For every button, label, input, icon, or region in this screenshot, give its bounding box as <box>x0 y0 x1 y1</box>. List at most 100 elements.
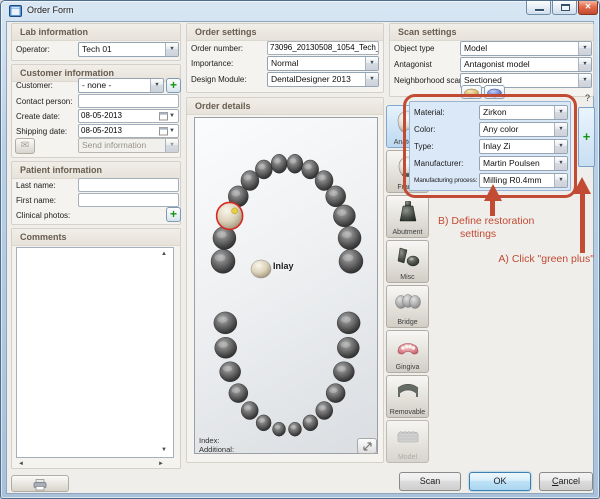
calendar-icon: ▼ <box>157 111 177 121</box>
teeth-chart-svg[interactable] <box>195 118 379 455</box>
scroll-down-icon[interactable]: ▼ <box>161 447 167 453</box>
scan-settings-header: Scan settings <box>398 27 457 37</box>
maximize-button[interactable] <box>552 1 577 15</box>
order-settings-group: Order settings Order number: 73096_20130… <box>186 23 384 93</box>
design-module-label: Design Module: <box>191 75 247 84</box>
dropdown-arrow-icon: ▼ <box>554 123 567 136</box>
contact-person-input[interactable] <box>78 94 179 108</box>
lab-information-group: Lab information Operator: Tech 01▼ <box>11 23 181 61</box>
green-plus-icon: + <box>583 129 591 144</box>
close-button[interactable]: ✕ <box>578 1 598 15</box>
bridge-icon <box>394 289 422 315</box>
send-information-combo: Send information▼ <box>78 138 179 153</box>
antagonist-label: Antagonist <box>394 60 432 69</box>
chart-view-button[interactable] <box>357 438 377 454</box>
tab-bridge[interactable]: Bridge <box>386 285 429 328</box>
order-details-group: Order details Inlay Index: Additional: <box>186 97 384 463</box>
first-name-label: First name: <box>16 196 56 205</box>
operator-combo[interactable]: Tech 01▼ <box>78 42 179 57</box>
add-restoration-button[interactable]: + <box>578 107 595 167</box>
manufacturer-label: Manufacturer: <box>414 159 463 168</box>
tab-model: Model <box>386 420 429 463</box>
dropdown-arrow-icon: ▼ <box>578 58 591 71</box>
diagonal-arrows-icon <box>361 440 374 458</box>
order-details-header: Order details <box>195 101 251 111</box>
shipping-date-field[interactable]: 08-05-2013 ▼ <box>78 124 179 138</box>
tab-gingiva[interactable]: Gingiva <box>386 330 429 373</box>
type-label: Type: <box>414 142 434 151</box>
order-settings-header: Order settings <box>195 27 257 37</box>
shipping-date-label: Shipping date: <box>16 127 67 136</box>
scroll-left-icon[interactable]: ◄ <box>18 461 24 467</box>
minimize-icon <box>535 9 544 11</box>
last-name-input[interactable] <box>78 178 179 192</box>
minimize-button[interactable] <box>526 1 551 15</box>
object-type-label: Object type <box>394 44 434 53</box>
add-clinical-photo-button[interactable]: + <box>166 207 181 222</box>
scroll-up-icon[interactable]: ▲ <box>161 251 167 257</box>
lower-jaw-icon <box>485 87 504 99</box>
calendar-icon: ▼ <box>157 126 177 136</box>
restoration-settings-panel: Material: Zirkon▼ Color: Any color▼ Type… <box>409 101 571 191</box>
create-date-field[interactable]: 08-05-2013 ▼ <box>78 109 179 123</box>
titlebar[interactable]: Order Form ✕ <box>1 1 599 21</box>
selected-inlay-tooth <box>217 202 243 229</box>
customer-combo[interactable]: - none -▼ <box>78 78 164 93</box>
dropdown-arrow-icon: ▼ <box>578 74 591 87</box>
upper-jaw-button[interactable] <box>461 85 482 99</box>
tab-removable[interactable]: Removable <box>386 375 429 418</box>
plus-icon: + <box>170 78 177 92</box>
manufacturer-combo[interactable]: Martin Poulsen▼ <box>479 156 568 171</box>
dropdown-arrow-icon: ▼ <box>554 106 567 119</box>
scan-settings-group: Scan settings Object type Model▼ Antagon… <box>389 23 594 97</box>
order-number-input[interactable]: 73096_20130508_1054_Tech_01 <box>267 41 379 55</box>
customer-label: Customer: <box>16 81 53 90</box>
dropdown-arrow-icon: ▼ <box>554 174 567 187</box>
lower-jaw-button[interactable] <box>484 85 505 99</box>
misc-icon <box>395 244 421 270</box>
tab-abutment[interactable]: Abutment <box>386 195 429 238</box>
last-name-label: Last name: <box>16 181 56 190</box>
ok-button[interactable]: OK <box>469 472 531 491</box>
comments-header: Comments <box>20 232 67 242</box>
dropdown-arrow-icon: ▼ <box>578 42 591 55</box>
contact-person-label: Contact person: <box>16 97 72 106</box>
color-combo[interactable]: Any color▼ <box>479 122 568 137</box>
importance-label: Importance: <box>191 59 233 68</box>
restoration-help-link[interactable]: ? <box>585 93 590 103</box>
manufacturing-process-combo[interactable]: Milling R0.4mm▼ <box>479 173 568 188</box>
scroll-right-icon[interactable]: ► <box>158 461 164 467</box>
add-customer-button[interactable]: + <box>166 78 181 93</box>
comments-textarea[interactable] <box>16 247 174 458</box>
close-icon: ✕ <box>585 2 592 11</box>
antagonist-combo[interactable]: Antagonist model▼ <box>460 57 592 72</box>
window-title: Order Form <box>27 5 74 15</box>
object-type-combo[interactable]: Model▼ <box>460 41 592 56</box>
maximize-icon <box>561 4 570 11</box>
create-date-label: Create date: <box>16 112 60 121</box>
dropdown-arrow-icon: ▼ <box>365 57 378 70</box>
send-email-button[interactable]: ✉ <box>15 138 35 154</box>
type-combo[interactable]: Inlay Zi▼ <box>479 139 568 154</box>
dropdown-arrow-icon: ▼ <box>365 73 378 86</box>
gingiva-icon <box>395 334 421 360</box>
abutment-icon <box>395 199 421 225</box>
operator-label: Operator: <box>16 45 50 54</box>
first-name-input[interactable] <box>78 193 179 207</box>
scan-button[interactable]: Scan <box>399 472 461 491</box>
teeth-chart[interactable]: Inlay Index: Additional: <box>194 117 378 454</box>
model-icon <box>395 424 421 450</box>
importance-combo[interactable]: Normal▼ <box>267 56 379 71</box>
material-combo[interactable]: Zirkon▼ <box>479 105 568 120</box>
cancel-button[interactable]: Cancel <box>539 472 593 491</box>
patient-information-header: Patient information <box>20 165 102 175</box>
envelope-icon: ✉ <box>21 140 29 151</box>
plus-icon: + <box>170 207 177 221</box>
design-module-combo[interactable]: DentalDesigner 2013▼ <box>267 72 379 87</box>
print-button[interactable] <box>11 475 69 492</box>
dropdown-arrow-icon: ▼ <box>165 43 178 56</box>
customer-information-header: Customer information <box>20 68 114 78</box>
tab-misc[interactable]: Misc <box>386 240 429 283</box>
printer-icon <box>33 478 47 496</box>
dropdown-arrow-icon: ▼ <box>165 139 178 152</box>
